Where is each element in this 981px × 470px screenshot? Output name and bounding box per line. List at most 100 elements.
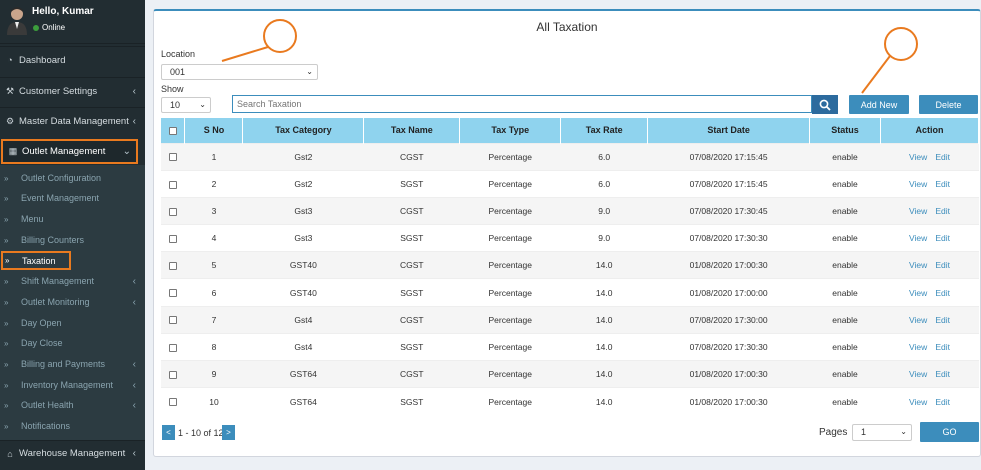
- submenu-item-notifications[interactable]: » Notifications: [0, 416, 145, 436]
- row-checkbox[interactable]: [168, 289, 177, 298]
- submenu-item-outlet-health[interactable]: » Outlet Health ‹: [0, 395, 145, 415]
- edit-link[interactable]: Edit: [935, 288, 950, 298]
- table-row: 4 Gst3 SGST Percentage 9.0 07/08/2020 17:30:3…: [161, 224, 979, 252]
- row-checkbox[interactable]: [168, 234, 177, 243]
- submenu-item-day-open[interactable]: » Day Open: [0, 313, 145, 333]
- cell-tax-name: CGST: [363, 196, 460, 225]
- row-checkbox[interactable]: [168, 180, 177, 189]
- table-row: 1 Gst2 CGST Percentage 6.0 07/08/2020 17:15:4…: [161, 142, 979, 171]
- row-checkbox-cell: [161, 196, 185, 225]
- go-button[interactable]: GO: [920, 422, 979, 442]
- next-page-button[interactable]: >: [222, 425, 235, 440]
- submenu-item-outlet-monitoring[interactable]: » Outlet Monitoring ‹: [0, 292, 145, 312]
- home-icon: ⌂: [7, 448, 13, 459]
- row-checkbox[interactable]: [168, 343, 177, 352]
- cell-tax-rate: 9.0: [560, 196, 648, 225]
- submenu-item-label: Outlet Configuration: [21, 173, 102, 183]
- double-chevron-right-icon: »: [4, 214, 9, 224]
- header-tax-type[interactable]: Tax Type: [459, 118, 562, 143]
- header-tax-name[interactable]: Tax Name: [363, 118, 461, 143]
- page-size-select[interactable]: 10 ⌄: [161, 97, 211, 113]
- add-new-button[interactable]: Add New: [849, 95, 909, 114]
- cell-start-date: 07/08/2020 17:30:30: [647, 224, 810, 252]
- submenu-item-billing-and-payments[interactable]: » Billing and Payments ‹: [0, 354, 145, 374]
- taxation-table: S No Tax Category Tax Name Tax Type Tax …: [161, 118, 979, 415]
- double-chevron-right-icon: »: [4, 380, 9, 390]
- submenu-item-day-close[interactable]: » Day Close: [0, 333, 145, 353]
- cell-tax-rate: 6.0: [560, 142, 648, 171]
- row-checkbox-cell: [161, 387, 185, 415]
- page-select[interactable]: 1 ⌄: [852, 424, 912, 441]
- view-link[interactable]: View: [909, 342, 927, 352]
- sidebar-item-warehouse-management[interactable]: ⌂ Warehouse Management ‹: [0, 440, 145, 466]
- submenu-item-event-management[interactable]: » Event Management: [0, 188, 145, 208]
- edit-link[interactable]: Edit: [935, 397, 950, 407]
- submenu-item-inventory-management[interactable]: » Inventory Management ‹: [0, 375, 145, 395]
- cell-action: View Edit: [880, 224, 979, 252]
- view-link[interactable]: View: [909, 288, 927, 298]
- edit-link[interactable]: Edit: [935, 315, 950, 325]
- header-start-date[interactable]: Start Date: [647, 118, 811, 143]
- edit-link[interactable]: Edit: [935, 233, 950, 243]
- header-sno[interactable]: S No: [184, 118, 244, 143]
- view-link[interactable]: View: [909, 397, 927, 407]
- delete-button[interactable]: Delete: [919, 95, 978, 114]
- select-all-checkbox[interactable]: [168, 126, 177, 135]
- row-checkbox[interactable]: [168, 316, 177, 325]
- select-all-cell: [161, 118, 186, 143]
- submenu-item-label: Day Open: [21, 318, 62, 328]
- edit-link[interactable]: Edit: [935, 260, 950, 270]
- row-checkbox[interactable]: [168, 153, 177, 162]
- chevron-down-icon: ⌄: [306, 67, 313, 76]
- cell-sno: 4: [184, 224, 243, 252]
- cell-tax-category: GST40: [242, 251, 364, 279]
- header-status[interactable]: Status: [809, 118, 881, 143]
- chevron-left-icon: ‹: [132, 296, 136, 308]
- table-header-row: S No Tax Category Tax Name Tax Type Tax …: [161, 118, 979, 143]
- avatar: [7, 7, 27, 35]
- cell-action: View Edit: [880, 305, 979, 334]
- row-checkbox[interactable]: [168, 262, 177, 271]
- sidebar-item-master-data-management[interactable]: ⚙ Master Data Management ‹: [0, 107, 145, 134]
- view-link[interactable]: View: [909, 179, 927, 189]
- header-tax-category[interactable]: Tax Category: [242, 118, 365, 143]
- prev-page-button[interactable]: <: [162, 425, 175, 440]
- cell-sno: 3: [184, 196, 243, 225]
- row-checkbox-cell: [161, 332, 185, 361]
- cell-tax-rate: 6.0: [560, 169, 648, 198]
- submenu-item-taxation[interactable]: » Taxation: [1, 251, 71, 270]
- row-checkbox-cell: [161, 142, 185, 171]
- submenu-item-outlet-configuration[interactable]: » Outlet Configuration: [0, 168, 145, 188]
- view-link[interactable]: View: [909, 369, 927, 379]
- cell-sno: 7: [184, 305, 243, 334]
- search-button[interactable]: [812, 95, 838, 114]
- row-checkbox[interactable]: [168, 398, 177, 407]
- edit-link[interactable]: Edit: [935, 206, 950, 216]
- submenu-item-shift-management[interactable]: » Shift Management ‹: [0, 271, 145, 291]
- view-link[interactable]: View: [909, 206, 927, 216]
- location-select[interactable]: 001 ⌄: [161, 64, 318, 80]
- sidebar-item-outlet-management[interactable]: ▦ Outlet Management ⌄: [1, 139, 138, 164]
- view-link[interactable]: View: [909, 152, 927, 162]
- view-link[interactable]: View: [909, 233, 927, 243]
- submenu-item-billing-counters[interactable]: » Billing Counters: [0, 230, 145, 250]
- row-checkbox[interactable]: [168, 207, 177, 216]
- header-tax-rate[interactable]: Tax Rate: [560, 118, 649, 143]
- submenu-item-menu[interactable]: » Menu: [0, 209, 145, 229]
- sidebar-item-label: Outlet Management: [22, 146, 106, 157]
- sidebar-item-dashboard[interactable]: ◔ Dashboard: [0, 46, 145, 73]
- cell-action: View Edit: [880, 251, 979, 279]
- search-input[interactable]: [232, 95, 812, 113]
- cell-status: enable: [809, 224, 881, 252]
- chevron-left-icon: ‹: [132, 275, 136, 287]
- edit-link[interactable]: Edit: [935, 342, 950, 352]
- sidebar-item-customer-settings[interactable]: ⚒ Customer Settings ‹: [0, 77, 145, 104]
- table-row: 9 GST64 CGST Percentage 14.0 01/08/2020 17:00…: [161, 359, 979, 388]
- edit-link[interactable]: Edit: [935, 152, 950, 162]
- edit-link[interactable]: Edit: [935, 369, 950, 379]
- view-link[interactable]: View: [909, 260, 927, 270]
- view-link[interactable]: View: [909, 315, 927, 325]
- row-checkbox[interactable]: [168, 370, 177, 379]
- cell-start-date: 07/08/2020 17:30:45: [647, 196, 810, 225]
- edit-link[interactable]: Edit: [935, 179, 950, 189]
